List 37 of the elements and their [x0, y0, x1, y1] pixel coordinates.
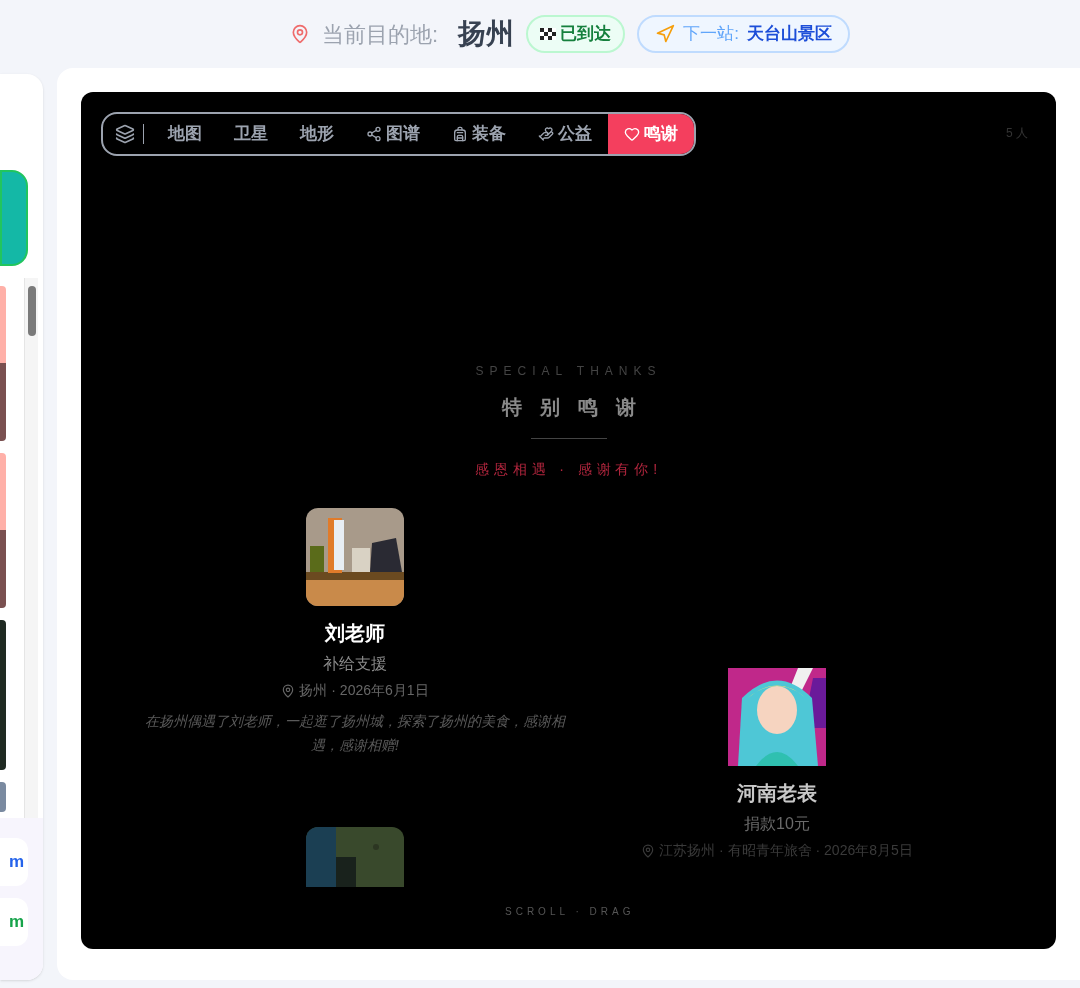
donor-role: 补给支援 — [323, 654, 387, 674]
map-tab[interactable]: 装备 — [436, 114, 522, 154]
destination-label: 当前目的地: — [322, 20, 439, 49]
next-stop-label: 下一站: — [683, 23, 739, 46]
credits-title: 特别鸣谢 — [500, 395, 654, 420]
arrived-badge: 已到达 — [526, 15, 626, 53]
sidebar-card[interactable] — [0, 286, 6, 441]
donor-name: 刘老师 — [325, 621, 385, 646]
credits-subtitle: 感恩相遇 · 感谢有你! — [474, 460, 663, 479]
donor-name: 河南老表 — [737, 781, 817, 806]
heart-icon — [624, 126, 640, 142]
backpack-icon — [452, 126, 468, 142]
map-tab[interactable]: 地形 — [284, 114, 350, 154]
checkered-flag-icon — [540, 28, 557, 40]
navigation-arrow-icon — [655, 24, 676, 44]
sidebar-button[interactable] — [0, 170, 28, 266]
sidebar-link[interactable]: m — [0, 838, 28, 886]
layers-icon[interactable] — [115, 124, 135, 144]
location-pin-icon — [641, 843, 656, 858]
share-icon — [366, 126, 382, 142]
scroll-hint: SCROLL · DRAG — [505, 905, 635, 919]
map-tab[interactable]: 公益 — [522, 114, 608, 154]
donor-role: 捐款10元 — [744, 814, 810, 834]
donor-meta: 扬州 · 2026年6月1日 — [299, 681, 429, 700]
scrollbar-thumb[interactable] — [27, 286, 36, 336]
sidebar-card[interactable] — [0, 453, 6, 608]
map-tab[interactable]: 卫星 — [218, 114, 284, 154]
map-tab[interactable]: 地图 — [152, 114, 218, 154]
eyebrow-text: SPECIAL THANKS — [475, 363, 662, 380]
sidebar-card[interactable] — [0, 782, 6, 812]
map-tab[interactable]: 鸣谢 — [608, 114, 694, 154]
next-stop-value: 天台山景区 — [746, 23, 832, 46]
destination-city: 扬州 — [458, 17, 515, 51]
map-tab[interactable]: 图谱 — [350, 114, 436, 154]
location-pin-icon — [281, 683, 296, 698]
hand-heart-icon — [538, 126, 554, 142]
donor-note: 在扬州偶遇了刘老师，一起逛了扬州城，探索了扬州的美食，感谢相遇，感谢相赠! — [145, 712, 565, 755]
